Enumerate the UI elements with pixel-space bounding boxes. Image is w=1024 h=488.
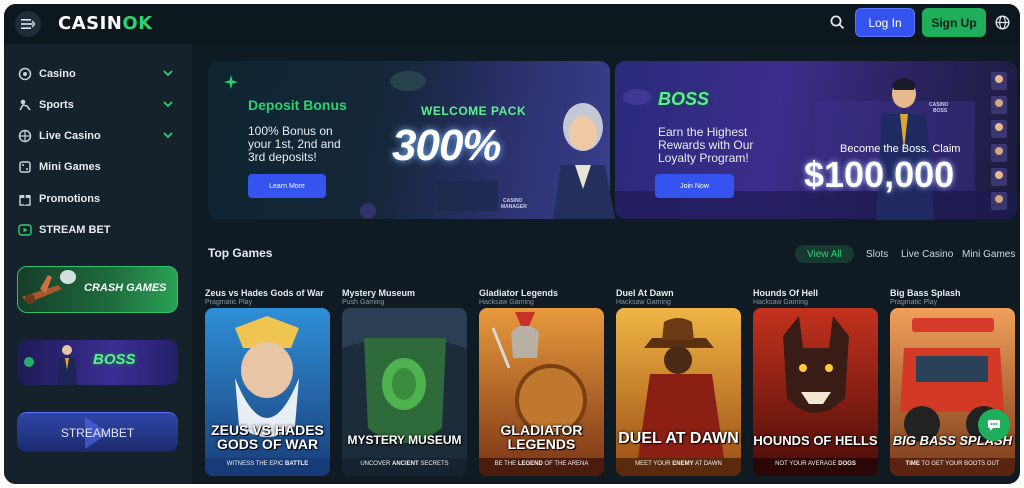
- game-tagline: MEET YOUR ENEMY AT DAWN: [635, 461, 722, 467]
- game-title[interactable]: Duel At Dawn: [616, 288, 674, 298]
- game-card-duel-at-dawn[interactable]: [616, 308, 741, 476]
- filter-view-all[interactable]: View All: [795, 245, 854, 263]
- game-title[interactable]: Zeus vs Hades Gods of War: [205, 288, 324, 298]
- game-tagline: NOT YOUR AVERAGE DOGS: [775, 461, 856, 467]
- boss-club-logo: BOSS: [658, 89, 710, 109]
- duel-at-dawn-game-art: [616, 308, 741, 476]
- sports-icon: [19, 99, 31, 111]
- game-card-big-bass-splash[interactable]: [890, 308, 1015, 476]
- game-tagline: WITNESS THE EPIC BATTLE: [226, 461, 309, 467]
- sidebar-item-mini-games[interactable]: Mini Games: [4, 156, 192, 178]
- deposit-bonus-text-3: 3rd deposits!: [248, 150, 317, 164]
- join-now-button[interactable]: Join Now: [655, 174, 734, 198]
- game-tagline: UNCOVER ANCIENT SECRETS: [360, 461, 449, 467]
- game-title[interactable]: Big Bass Splash: [890, 288, 961, 298]
- game-provider: Pragmatic Play: [890, 299, 938, 306]
- game-card-hounds-of-hell[interactable]: [753, 308, 878, 476]
- streambet-label: STREAMBET: [60, 426, 135, 440]
- casino-boss-tag-2: BOSS: [933, 108, 948, 114]
- crash-games-label: CRASH GAMES: [84, 282, 167, 294]
- sidebar-item-label: Live Casino: [39, 130, 101, 142]
- boss-club-label: BOSS: [93, 351, 136, 368]
- game-card-mystery-museum[interactable]: [342, 308, 467, 476]
- game-provider: Pragmatic Play: [205, 299, 253, 306]
- mini-games-icon: [19, 161, 31, 173]
- boss-character-icon: [24, 345, 77, 385]
- sidebar-item-stream-bet[interactable]: STREAM BET: [4, 219, 192, 241]
- search-icon[interactable]: [830, 15, 845, 30]
- sidebar-item-label: Casino: [39, 68, 76, 80]
- game-art-title: DUEL AT DAWN: [618, 430, 739, 447]
- welcome-pack-percent: 300%: [392, 121, 502, 170]
- gift-icon: [19, 195, 31, 206]
- sidebar-item-label: STREAM BET: [39, 224, 111, 236]
- filter-mini-games[interactable]: Mini Games: [962, 245, 1015, 263]
- live-casino-icon: [18, 129, 32, 143]
- chat-bubble-icon: [988, 420, 1000, 431]
- filter-live-casino[interactable]: Live Casino: [901, 245, 953, 263]
- filter-slots[interactable]: Slots: [866, 245, 888, 263]
- sidebar-item-live-casino[interactable]: Live Casino: [4, 125, 192, 147]
- top-games-title: Top Games: [208, 246, 273, 260]
- game-provider: Hacksaw Gaming: [616, 299, 671, 306]
- game-title[interactable]: Mystery Museum: [342, 288, 415, 298]
- game-tagline: BE THE LEGEND OF THE ARENA: [494, 461, 589, 467]
- game-provider: Hacksaw Gaming: [753, 299, 808, 306]
- chevron-down-icon[interactable]: [162, 98, 174, 110]
- game-tagline: TIME TO GET YOUR BOOTS OUT: [905, 461, 1000, 467]
- big-bass-splash-game-art: [890, 308, 1015, 476]
- sidebar: Casino Sports Live Casino Mini Games Pro…: [4, 44, 192, 484]
- sidebar-item-label: Promotions: [39, 193, 101, 205]
- boss-prize-amount: $100,000: [804, 154, 955, 195]
- sidebar-item-casino[interactable]: Casino: [4, 63, 192, 85]
- sidebar-item-promotions[interactable]: Promotions: [4, 188, 192, 210]
- game-art-title: HOUNDS OF HELLS: [753, 433, 878, 448]
- game-art-subtitle: LEGENDS: [507, 436, 576, 452]
- deposit-bonus-title: Deposit Bonus: [248, 97, 347, 113]
- crash-games-card[interactable]: CRASH GAMES: [17, 266, 178, 313]
- game-title[interactable]: Hounds Of Hell: [753, 288, 818, 298]
- airplane-icon: [22, 270, 76, 304]
- chevron-down-icon[interactable]: [162, 129, 174, 141]
- game-provider: Push Gaming: [342, 299, 385, 306]
- casino-manager-character: [553, 103, 615, 219]
- play-icon: [18, 224, 32, 236]
- chevron-down-icon[interactable]: [162, 67, 174, 79]
- top-header: CASINOK Log In Sign Up: [4, 4, 1020, 44]
- game-provider: Hacksaw Gaming: [479, 299, 534, 306]
- boss-club-card[interactable]: BOSS: [17, 340, 178, 385]
- boss-text-3: Loyalty Program!: [658, 151, 749, 165]
- game-title[interactable]: Gladiator Legends: [479, 288, 558, 298]
- learn-more-button[interactable]: Learn More: [248, 174, 326, 198]
- sidebar-item-label: Sports: [39, 99, 74, 111]
- signup-button[interactable]: Sign Up: [922, 8, 986, 37]
- login-button[interactable]: Log In: [855, 8, 915, 37]
- game-art-subtitle: GODS OF WAR: [216, 436, 319, 452]
- hamburger-menu-button[interactable]: [15, 11, 41, 37]
- sidebar-item-label: Mini Games: [39, 161, 101, 173]
- avatar-strip: [991, 72, 1007, 210]
- live-chat-button[interactable]: [978, 409, 1010, 441]
- hounds-of-hell-game-art: [753, 308, 878, 476]
- streambet-card[interactable]: STREAMBET: [17, 412, 178, 452]
- globe-language-icon[interactable]: [995, 15, 1010, 30]
- casino-chip-icon: [18, 67, 32, 81]
- game-art-title: MYSTERY MUSEUM: [347, 433, 462, 447]
- mystery-museum-game-art: [342, 308, 467, 476]
- app-window: CASINOK Log In Sign Up Casino Sports Liv…: [4, 4, 1020, 484]
- casinok-logo[interactable]: CASINOK: [58, 13, 153, 34]
- menu-collapse-icon: [21, 19, 35, 29]
- casino-manager-tag-2: MANAGER: [501, 204, 527, 210]
- welcome-pack-label: WELCOME PACK: [421, 104, 527, 118]
- sidebar-item-sports[interactable]: Sports: [4, 94, 192, 116]
